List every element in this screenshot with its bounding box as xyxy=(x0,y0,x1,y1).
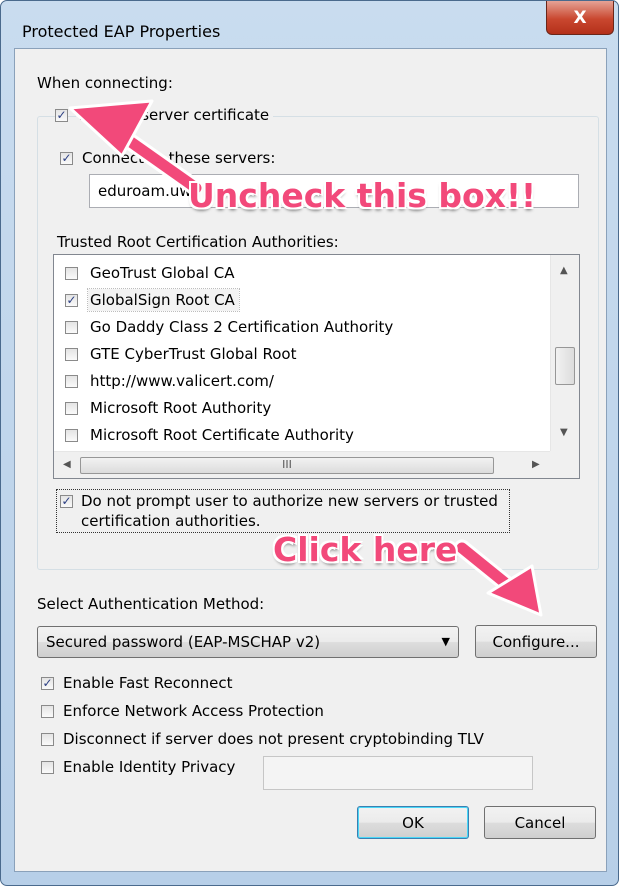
annotation-arrow-click xyxy=(453,539,543,617)
annotation-arrow-uncheck xyxy=(68,99,205,197)
annotation-arrows xyxy=(68,99,543,617)
annotation-uncheck-text: Uncheck this box!! xyxy=(188,176,537,215)
annotation-click-here-text: Click here xyxy=(273,530,458,569)
